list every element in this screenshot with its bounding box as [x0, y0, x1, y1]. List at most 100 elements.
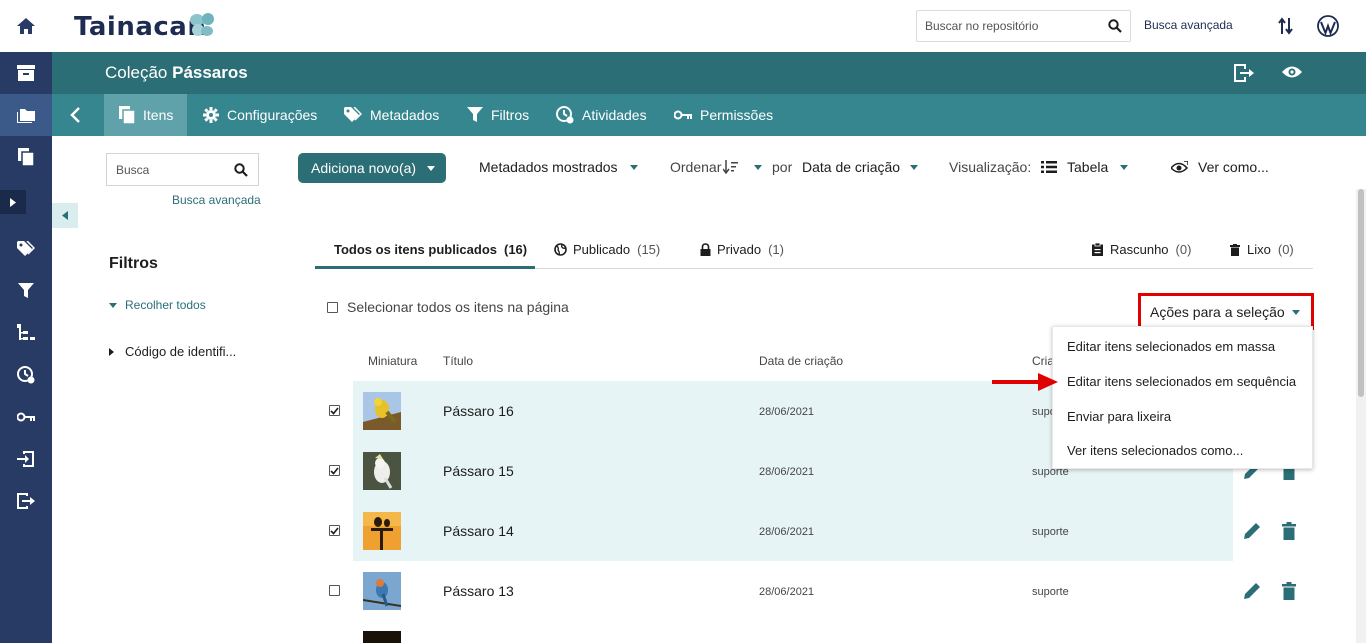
item-thumbnail[interactable]: [363, 572, 401, 610]
sort-order-dropdown[interactable]: Ordenar: [670, 159, 763, 175]
wordpress-icon[interactable]: [1317, 15, 1339, 37]
select-all-label: Selecionar todos os itens na página: [347, 299, 569, 315]
trash-icon[interactable]: [1282, 582, 1296, 600]
row-checkbox[interactable]: [329, 465, 340, 476]
item-date: 28/06/2021: [759, 466, 815, 478]
rail-items-button[interactable]: [0, 136, 52, 178]
item-thumbnail[interactable]: [363, 452, 401, 490]
tab-trash[interactable]: Lixo (0): [1230, 242, 1294, 257]
left-rail: [0, 0, 52, 643]
table-row[interactable]: Pássaro 13 28/06/2021 suporte: [315, 561, 1233, 621]
tab-activities[interactable]: Atividades: [556, 94, 647, 136]
eye-icon[interactable]: [1282, 65, 1302, 79]
item-thumbnail[interactable]: [363, 392, 401, 430]
caret-down-icon: [910, 164, 919, 170]
swap-arrows-icon[interactable]: [1278, 16, 1294, 36]
table-row[interactable]: Pássaro 14 28/06/2021 suporte: [315, 501, 1233, 561]
column-header-author[interactable]: Cria: [1032, 354, 1054, 368]
tab-metadata[interactable]: Metadados: [344, 94, 439, 136]
filters-advanced-search-link[interactable]: Busca avançada: [172, 193, 261, 207]
tab-private-label: Privado: [717, 242, 762, 257]
bird-thumbnail-image: [363, 512, 401, 550]
add-new-button[interactable]: Adiciona novo(a): [298, 153, 446, 183]
selection-actions-button[interactable]: Ações para a seleção: [1138, 293, 1314, 330]
tab-settings[interactable]: Configurações: [203, 94, 317, 136]
logo-butterfly-icon: [190, 13, 214, 36]
filter-item[interactable]: Código de identifi...: [109, 344, 236, 359]
sort-field-dropdown[interactable]: Data de criação: [802, 159, 919, 175]
repository-search-input[interactable]: [917, 11, 1097, 41]
exit-icon[interactable]: [1234, 64, 1254, 82]
tab-all-published[interactable]: Todos os itens publicados (16): [334, 242, 527, 257]
rail-permissions-button[interactable]: [0, 396, 52, 438]
main-scrollbar[interactable]: [1356, 189, 1366, 643]
pencil-icon[interactable]: [1242, 521, 1262, 541]
search-icon[interactable]: [234, 163, 248, 177]
view-mode-dropdown[interactable]: Tabela: [1041, 159, 1129, 175]
item-title[interactable]: Pássaro 13: [443, 583, 514, 599]
gear-icon: [203, 107, 219, 123]
metadata-shown-dropdown[interactable]: Metadados mostrados: [479, 159, 638, 175]
item-title[interactable]: Pássaro 15: [443, 463, 514, 479]
tab-items-label: Itens: [143, 107, 174, 123]
tags-icon: [17, 241, 35, 256]
scrollbar-thumb[interactable]: [1358, 189, 1364, 397]
item-title[interactable]: Pássaro 14: [443, 523, 514, 539]
sort-label: Ordenar: [670, 159, 722, 175]
search-icon[interactable]: [1108, 19, 1122, 33]
select-all-checkbox[interactable]: Selecionar todos os itens na página: [327, 299, 569, 315]
tab-draft[interactable]: Rascunho (0): [1092, 242, 1191, 257]
row-checkbox[interactable]: [329, 585, 340, 596]
home-button[interactable]: [0, 0, 52, 52]
rail-activities-button[interactable]: [0, 354, 52, 396]
activities-icon: [17, 366, 35, 384]
caret-left-icon: [62, 211, 68, 220]
back-chevron-icon[interactable]: [66, 105, 86, 125]
item-thumbnail-partial[interactable]: [363, 631, 401, 643]
menu-item-bulk-edit[interactable]: Editar itens selecionados em massa: [1067, 339, 1275, 354]
hierarchy-icon: [17, 324, 35, 340]
menu-item-sequence-edit[interactable]: Editar itens selecionados em sequência: [1067, 374, 1296, 389]
advanced-search-link[interactable]: Busca avançada: [1144, 18, 1233, 32]
menu-item-view-selected-as[interactable]: Ver itens selecionados como...: [1067, 443, 1243, 458]
caret-right-icon: [109, 347, 114, 356]
rail-export-button[interactable]: [0, 480, 52, 522]
tab-published-count: (15): [637, 242, 661, 257]
lock-icon: [700, 243, 711, 256]
view-mode-value: Tabela: [1067, 159, 1109, 175]
trash-icon[interactable]: [1282, 522, 1296, 540]
key-icon: [674, 110, 692, 120]
row-checkbox[interactable]: [329, 405, 340, 416]
pencil-icon[interactable]: [1242, 581, 1262, 601]
rail-repository-button[interactable]: [0, 52, 52, 94]
tab-published[interactable]: Publicado (15): [554, 242, 660, 257]
collection-header: Coleção Pássaros: [52, 52, 1366, 94]
filters-search: [106, 153, 259, 186]
rail-metadata-button[interactable]: [0, 312, 52, 354]
caret-down-icon: [109, 302, 117, 308]
sort-field-label: Data de criação: [802, 159, 901, 175]
menu-item-send-to-trash[interactable]: Enviar para lixeira: [1067, 409, 1171, 424]
view-as-button[interactable]: Ver como...: [1171, 159, 1269, 175]
tab-private[interactable]: Privado (1): [700, 242, 784, 257]
column-header-thumbnail[interactable]: Miniatura: [368, 354, 417, 368]
item-thumbnail[interactable]: [363, 512, 401, 550]
column-header-creation-date[interactable]: Data de criação: [759, 354, 843, 368]
tab-permissions[interactable]: Permissões: [674, 94, 773, 136]
tab-items[interactable]: Itens: [104, 94, 187, 136]
filters-panel-toggle[interactable]: [52, 203, 78, 228]
column-header-title[interactable]: Título: [443, 354, 473, 368]
row-checkbox[interactable]: [329, 525, 340, 536]
item-title[interactable]: Pássaro 16: [443, 403, 514, 419]
rail-expand-toggle[interactable]: [0, 190, 26, 214]
rail-filters-button[interactable]: [0, 270, 52, 312]
filters-search-input[interactable]: [107, 154, 227, 185]
tab-filters[interactable]: Filtros: [467, 94, 529, 136]
tainacan-logo[interactable]: Tainacan: [74, 12, 206, 42]
rail-collections-button[interactable]: [0, 94, 52, 136]
rail-import-button[interactable]: [0, 438, 52, 480]
collapse-all-filters[interactable]: Recolher todos: [109, 298, 206, 312]
top-bar: Tainacan Busca avançada: [52, 0, 1366, 52]
rail-taxonomies-button[interactable]: [0, 228, 52, 270]
items-icon: [18, 148, 34, 166]
